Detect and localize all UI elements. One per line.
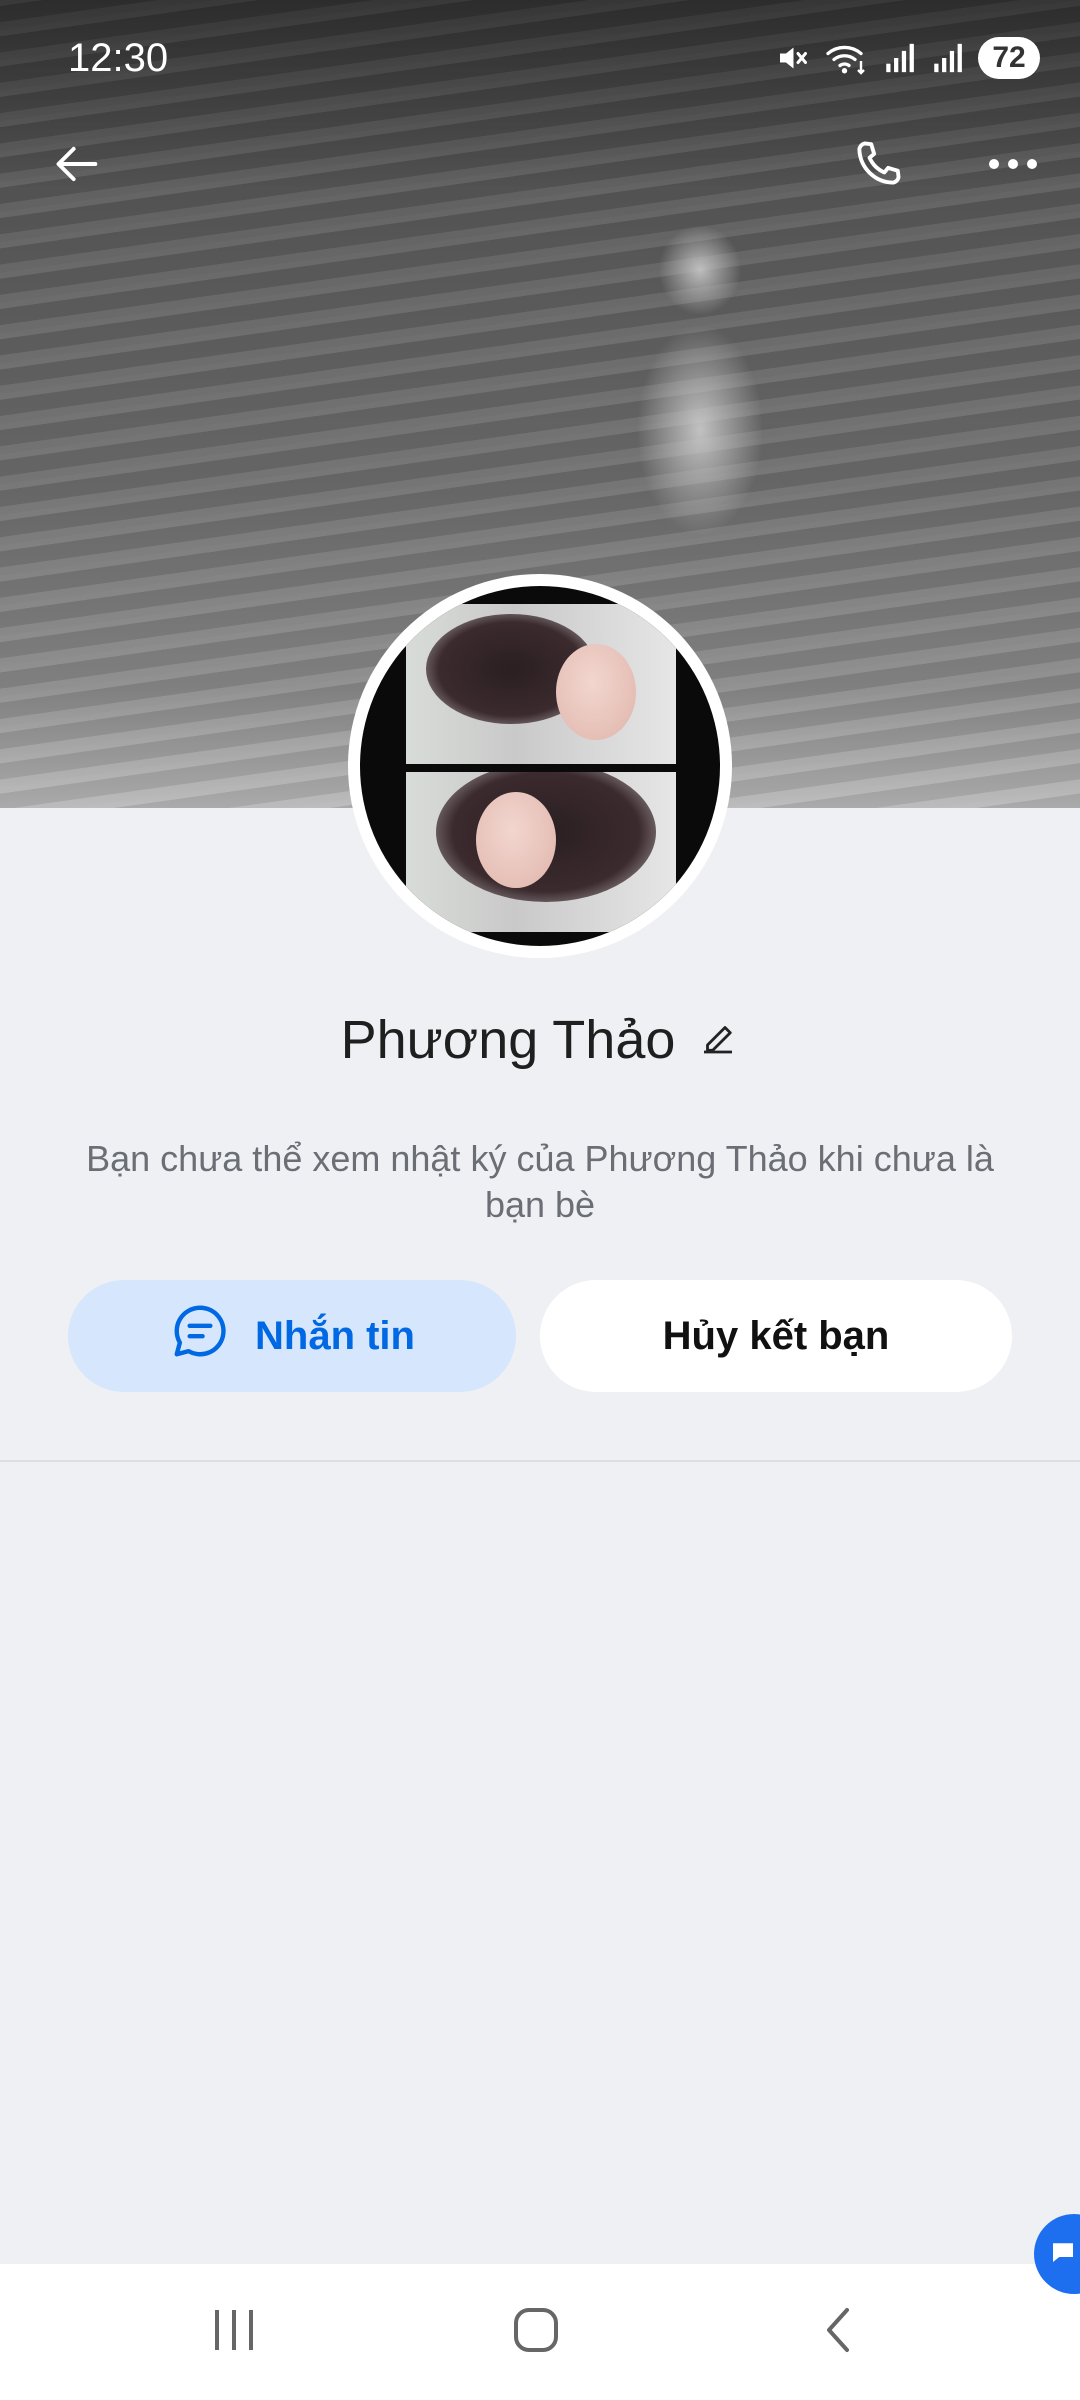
call-button[interactable] <box>840 128 916 204</box>
chat-icon <box>1048 2237 1078 2272</box>
name-row: Phương Thảo <box>0 1000 1080 1080</box>
signal-icon <box>882 41 916 75</box>
battery-badge: 72 <box>978 37 1040 79</box>
system-back-button[interactable] <box>788 2292 888 2372</box>
back-arrow-icon <box>52 138 104 195</box>
profile-name: Phương Thảo <box>340 1010 676 1070</box>
privacy-notice: Bạn chưa thể xem nhật ký của Phương Thảo… <box>86 1138 994 1225</box>
back-button[interactable] <box>40 128 116 204</box>
message-button[interactable]: Nhắn tin <box>68 1280 516 1392</box>
divider <box>0 1460 1080 1462</box>
recents-button[interactable] <box>184 2292 284 2372</box>
back-icon <box>821 2305 855 2360</box>
avatar-photo-top <box>406 604 676 764</box>
pencil-icon[interactable] <box>697 1017 739 1064</box>
home-button[interactable] <box>486 2292 586 2372</box>
top-nav <box>0 120 1080 210</box>
more-button[interactable] <box>975 128 1051 204</box>
message-button-label: Nhắn tin <box>255 1313 415 1358</box>
recents-icon <box>211 2308 257 2357</box>
avatar-image <box>360 586 720 946</box>
status-bar: 12:30 72 <box>0 0 1080 120</box>
avatar-photo-bottom <box>406 772 676 932</box>
wifi-icon <box>824 40 868 76</box>
home-icon <box>511 2305 561 2360</box>
unfriend-button[interactable]: Hủy kết bạn <box>540 1280 1012 1392</box>
mute-icon <box>774 40 810 76</box>
status-icons: 72 <box>774 36 1040 80</box>
more-dots-icon <box>986 154 1040 179</box>
system-nav-bar <box>0 2264 1080 2400</box>
status-time: 12:30 <box>68 36 169 80</box>
phone-icon <box>849 135 907 198</box>
chat-bubble-icon <box>169 1300 231 1372</box>
signal-icon <box>930 41 964 75</box>
avatar[interactable] <box>348 574 732 958</box>
unfriend-button-label: Hủy kết bạn <box>662 1313 890 1358</box>
